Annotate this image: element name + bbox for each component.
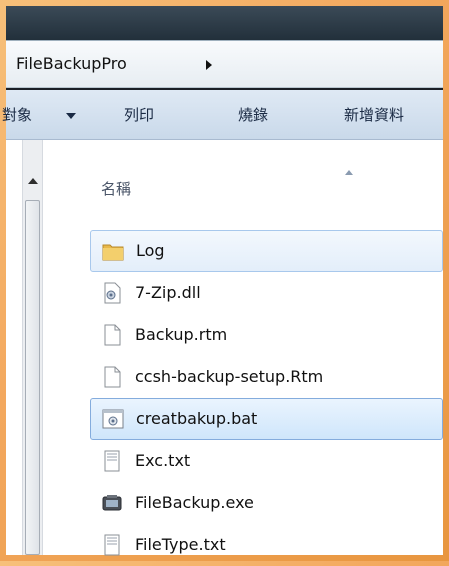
exe-icon xyxy=(102,495,122,511)
breadcrumb-item[interactable]: FileBackupPro xyxy=(16,54,127,73)
chevron-down-icon[interactable] xyxy=(66,113,76,119)
toolbar-burn[interactable]: 燒錄 xyxy=(238,104,268,125)
file-name: FileBackup.exe xyxy=(135,493,254,512)
file-name: FileType.txt xyxy=(135,535,226,554)
dll-icon xyxy=(104,282,121,304)
vertical-scrollbar[interactable] xyxy=(22,140,43,555)
file-name: Backup.rtm xyxy=(135,325,228,344)
list-item[interactable]: FileBackup.exe xyxy=(43,482,443,524)
file-name: ccsh-backup-setup.Rtm xyxy=(135,367,324,386)
file-name: 7-Zip.dll xyxy=(135,283,201,302)
list-item[interactable]: Log xyxy=(90,230,443,272)
list-item[interactable]: FileType.txt xyxy=(43,524,443,566)
file-pane: 名稱 Log 7-Zip.dll Backup.rtm ccsh-backup-… xyxy=(6,140,443,556)
text-file-icon xyxy=(104,450,120,472)
toolbar-organize[interactable]: 對象 xyxy=(2,104,32,125)
list-item[interactable]: ccsh-backup-setup.Rtm xyxy=(43,356,443,398)
sort-ascending-icon xyxy=(345,170,353,175)
batch-icon xyxy=(102,409,124,429)
list-item[interactable]: creatbakup.bat xyxy=(90,398,443,440)
scroll-thumb[interactable] xyxy=(25,200,40,555)
file-name: Exc.txt xyxy=(135,451,191,470)
command-toolbar: 對象 列印 燒錄 新增資料 xyxy=(2,90,443,140)
folder-icon xyxy=(102,244,124,261)
file-list: Log 7-Zip.dll Backup.rtm ccsh-backup-set… xyxy=(43,230,443,566)
column-name-header[interactable]: 名稱 xyxy=(101,178,131,199)
list-item[interactable]: Backup.rtm xyxy=(43,314,443,356)
list-item[interactable]: Exc.txt xyxy=(43,440,443,482)
explorer-window: FileBackupPro 對象 列印 燒錄 新增資料 名稱 Log 7-Zip… xyxy=(2,6,443,556)
text-file-icon xyxy=(104,534,120,556)
title-bar xyxy=(6,6,443,40)
scroll-up-icon[interactable] xyxy=(28,178,38,184)
address-bar[interactable]: FileBackupPro xyxy=(6,40,443,88)
list-item[interactable]: 7-Zip.dll xyxy=(43,272,443,314)
file-icon xyxy=(104,366,121,388)
breadcrumb-arrow-icon[interactable] xyxy=(206,60,212,70)
toolbar-new-folder[interactable]: 新增資料 xyxy=(344,104,404,125)
column-header: 名稱 xyxy=(43,140,443,212)
file-name: Log xyxy=(136,241,165,260)
file-icon xyxy=(104,324,121,346)
toolbar-print[interactable]: 列印 xyxy=(124,104,154,125)
file-name: creatbakup.bat xyxy=(136,409,258,428)
